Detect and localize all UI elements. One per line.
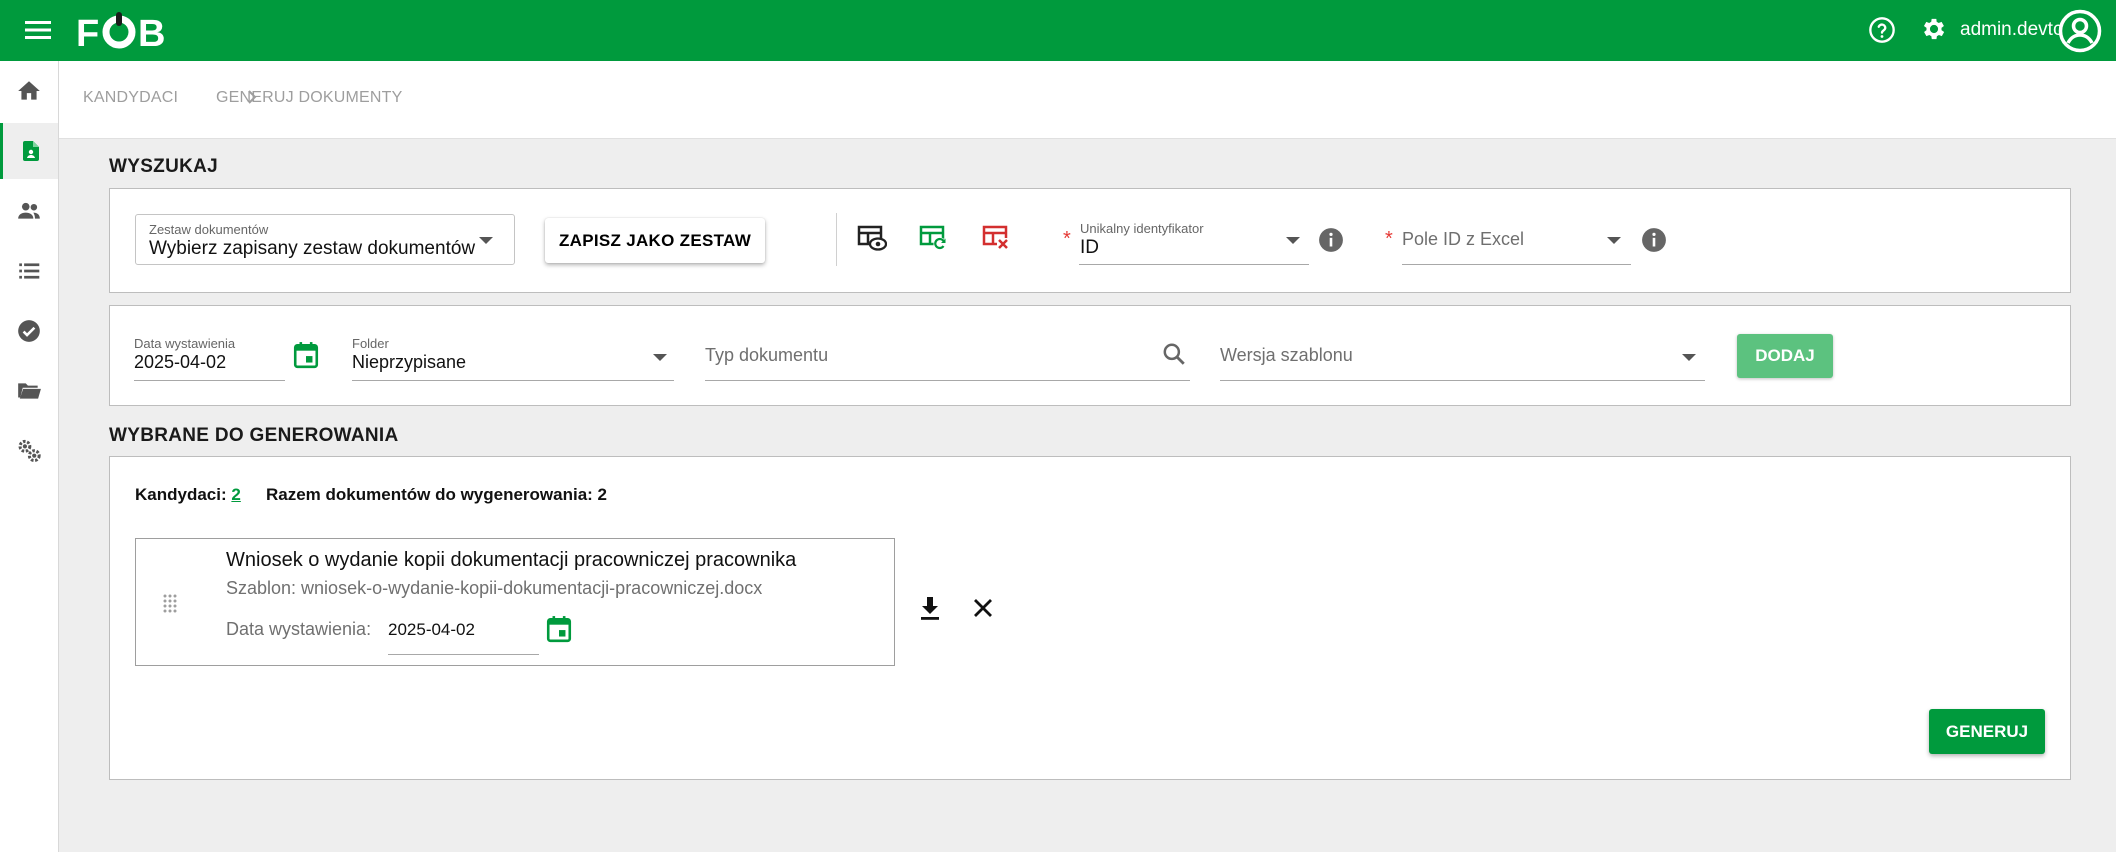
help-icon[interactable] [1866, 14, 1898, 46]
field-underline [1220, 380, 1705, 381]
user-name[interactable]: admin.devtc [1960, 18, 2062, 42]
folder-open-icon [18, 383, 41, 399]
sidebar-item-list[interactable] [0, 243, 58, 299]
document-date-field[interactable]: 2025-04-02 [388, 609, 539, 655]
excel-id-placeholder: Pole ID z Excel [1402, 229, 1525, 249]
document-set-value: Wybierz zapisany zestaw dokumentów [149, 238, 476, 259]
breadcrumb-item-generate: GENERUJ DOKUMENTY [216, 89, 403, 106]
sidebar-item-documents[interactable] [0, 123, 58, 179]
document-date-value: 2025-04-02 [388, 620, 475, 639]
document-set-select[interactable]: Zestaw dokumentów Wybierz zapisany zesta… [135, 214, 515, 265]
field-underline [134, 380, 285, 381]
field-underline [1079, 264, 1309, 265]
selected-section-title: WYBRANE DO GENEROWANIA [109, 425, 399, 446]
issue-date-value: 2025-04-02 [134, 352, 227, 372]
info-icon[interactable] [1317, 226, 1345, 254]
add-button[interactable]: DODAJ [1737, 334, 1833, 378]
info-icon[interactable] [1640, 226, 1668, 254]
sidebar [0, 61, 59, 852]
document-card: Wniosek o wydanie kopii dokumentacji pra… [135, 538, 895, 666]
folder-label: Folder [352, 336, 389, 351]
unique-id-select[interactable]: Unikalny identyfikator ID [1079, 218, 1309, 266]
chevron-down-icon [479, 237, 493, 244]
breadcrumb-item-candidates[interactable]: KANDYDACI [83, 89, 178, 107]
sidebar-item-settings[interactable] [0, 423, 58, 479]
calendar-icon[interactable] [291, 339, 321, 371]
field-underline [388, 654, 539, 655]
sidebar-item-tasks[interactable] [0, 303, 58, 359]
top-app-bar: F B admin.devtc [0, 0, 2116, 61]
document-type-placeholder: Typ dokumentu [705, 345, 829, 365]
generate-button[interactable]: GENERUJ [1929, 709, 2045, 754]
document-type-input[interactable]: Typ dokumentu [705, 334, 1190, 382]
download-icon[interactable] [914, 592, 946, 624]
svg-text:F: F [76, 13, 99, 50]
document-date-label: Data wystawienia: [226, 619, 372, 639]
sidebar-item-home[interactable] [0, 63, 58, 119]
document-template: Szablon: wniosek-o-wydanie-kopii-dokumen… [226, 578, 763, 598]
candidates-label: Kandydaci: [135, 485, 227, 504]
save-as-set-button[interactable]: ZAPISZ JAKO ZESTAW [545, 218, 765, 263]
field-underline [352, 380, 674, 381]
issue-date-label: Data wystawienia [134, 336, 236, 351]
document-person-icon [22, 141, 39, 161]
required-marker: * [1063, 228, 1071, 250]
gear-icon[interactable] [1918, 13, 1950, 45]
folder-value: Nieprzypisane [352, 352, 467, 372]
candidates-count-link[interactable]: 2 [231, 485, 240, 504]
chevron-down-icon [653, 354, 667, 361]
unique-id-label: Unikalny identyfikator [1080, 221, 1204, 236]
gears-icon [18, 439, 41, 463]
total-documents-summary: Razem dokumentów do wygenerowania: 2 [266, 485, 608, 504]
issue-date-field[interactable]: Data wystawienia 2025-04-02 [134, 334, 285, 382]
divider [836, 213, 837, 266]
field-underline [705, 380, 1190, 381]
menu-icon[interactable] [22, 16, 54, 44]
calendar-icon[interactable] [544, 613, 574, 645]
people-icon [18, 202, 40, 219]
excel-id-select[interactable]: Pole ID z Excel [1402, 218, 1631, 266]
close-icon[interactable] [967, 592, 999, 624]
sidebar-item-people[interactable] [0, 183, 58, 239]
sidebar-item-folders[interactable] [0, 363, 58, 419]
chevron-down-icon [1607, 237, 1621, 244]
document-set-label: Zestaw dokumentów [149, 222, 269, 237]
template-version-select[interactable]: Wersja szablonu [1220, 334, 1705, 382]
candidates-summary: Kandydaci: 2 [135, 485, 241, 505]
document-title: Wniosek o wydanie kopii dokumentacji pra… [226, 549, 797, 571]
chevron-down-icon [1286, 237, 1300, 244]
app-logo[interactable]: F B [76, 10, 172, 55]
folder-select[interactable]: Folder Nieprzypisane [352, 334, 674, 382]
required-marker: * [1385, 228, 1393, 250]
svg-text:B: B [138, 13, 165, 50]
chevron-down-icon [1682, 354, 1696, 361]
unique-id-value: ID [1080, 237, 1099, 258]
template-version-placeholder: Wersja szablonu [1220, 345, 1353, 365]
table-preview-icon[interactable] [856, 222, 888, 254]
home-icon [18, 81, 40, 100]
drag-handle-icon[interactable] [162, 593, 178, 613]
search-section-title: WYSZUKAJ [109, 156, 219, 177]
table-refresh-icon[interactable] [918, 222, 950, 254]
search-icon [1163, 343, 1185, 365]
table-delete-icon[interactable] [981, 222, 1013, 254]
account-circle-icon[interactable] [2058, 9, 2102, 53]
check-circle-icon [18, 320, 40, 342]
breadcrumb: KANDYDACI GENERUJ DOKUMENTY [59, 61, 2116, 139]
field-underline [1402, 264, 1631, 265]
list-icon [19, 263, 40, 279]
